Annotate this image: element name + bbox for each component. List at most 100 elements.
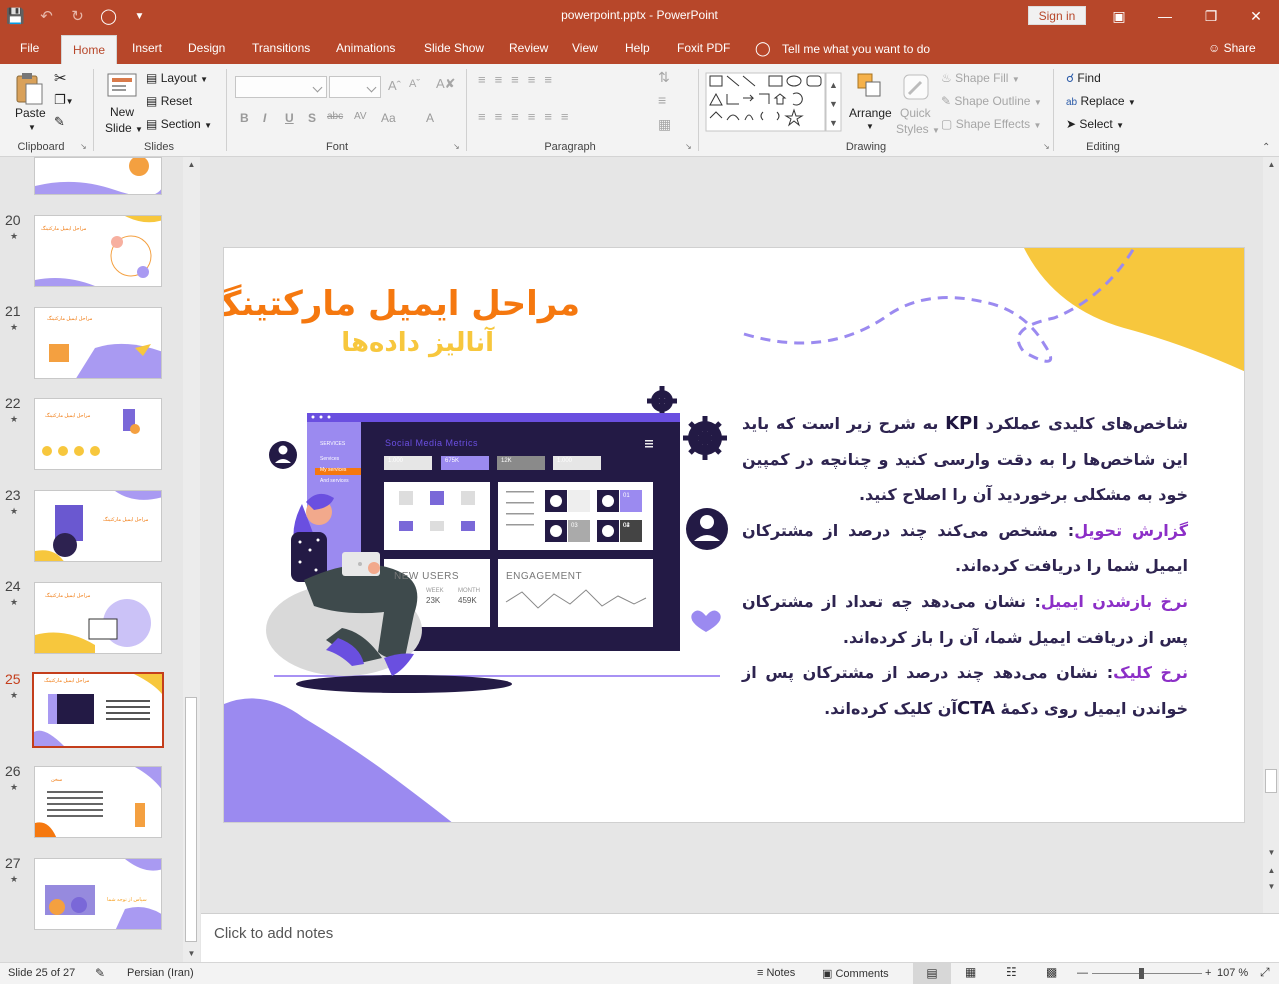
new-slide-label-2[interactable]: Slide ▼ xyxy=(105,121,143,135)
tab-animations[interactable]: Animations xyxy=(336,32,395,64)
zoom-out-icon[interactable]: — xyxy=(1077,967,1088,979)
tab-design[interactable]: Design xyxy=(188,32,225,64)
sign-in-button[interactable]: Sign in xyxy=(1028,6,1086,25)
notes-pane[interactable]: Click to add notes xyxy=(201,913,1279,962)
align-text-icon[interactable]: ≡ xyxy=(658,92,666,108)
cut-icon[interactable]: ✂ xyxy=(54,69,67,87)
tab-file[interactable]: File xyxy=(20,32,39,64)
notes-toggle[interactable]: ≡ Notes xyxy=(757,967,795,979)
slide-thumbnail-24[interactable]: مراحل ایمیل مارکتینگ xyxy=(34,582,162,654)
comments-toggle[interactable]: ▣ Comments xyxy=(822,967,889,980)
tab-slide-show[interactable]: Slide Show xyxy=(424,32,484,64)
select-button[interactable]: ➤ Select ▼ xyxy=(1066,117,1124,131)
close-button[interactable]: ✕ xyxy=(1233,0,1279,32)
slide-thumbnail-25-selected[interactable]: مراحل ایمیل مارکتینگ xyxy=(32,672,164,748)
smartart-icon[interactable]: ▦ xyxy=(658,116,671,133)
scroll-thumb[interactable] xyxy=(1265,769,1277,793)
scroll-down-icon[interactable]: ▼ xyxy=(1263,845,1279,861)
new-slide-label[interactable]: New xyxy=(110,105,134,119)
paragraph-launcher-icon[interactable]: ↘ xyxy=(685,142,692,151)
zoom-level[interactable]: 107 % xyxy=(1217,967,1248,979)
quick-styles-label[interactable]: Quick xyxy=(900,106,931,120)
tab-foxit-pdf[interactable]: Foxit PDF xyxy=(677,32,730,64)
reset-button[interactable]: ▤ Reset xyxy=(146,94,192,108)
font-launcher-icon[interactable]: ↘ xyxy=(453,142,460,151)
clipboard-launcher-icon[interactable]: ↘ xyxy=(80,142,87,151)
zoom-slider-thumb[interactable] xyxy=(1139,968,1144,979)
slide-title[interactable]: مراحل ایمیل مارکتینگ xyxy=(224,284,580,324)
font-name-combo[interactable] xyxy=(235,76,327,98)
copy-icon[interactable]: ❐▼ xyxy=(54,92,74,108)
tab-help[interactable]: Help xyxy=(625,32,650,64)
canvas-scrollbar[interactable]: ▲ ▼ ▲ ▼ xyxy=(1263,157,1279,913)
arrange-button[interactable]: Arrange xyxy=(849,106,892,120)
restore-button[interactable]: ❐ xyxy=(1188,0,1234,32)
drawing-launcher-icon[interactable]: ↘ xyxy=(1043,142,1050,151)
slide-subtitle[interactable]: آنالیز داده‌ها xyxy=(341,328,494,358)
tab-view[interactable]: View xyxy=(572,32,598,64)
fit-to-window-icon[interactable]: ⤢ xyxy=(1260,965,1270,980)
layout-button[interactable]: ▤ Layout ▼ xyxy=(146,71,208,85)
find-button[interactable]: ☌ Find xyxy=(1066,71,1101,85)
zoom-slider[interactable] xyxy=(1092,973,1202,974)
section-button[interactable]: ▤ Section ▼ xyxy=(146,117,212,131)
arrange-icon[interactable] xyxy=(856,72,884,100)
next-slide-icon[interactable]: ▼ xyxy=(1263,879,1279,895)
scroll-thumb[interactable] xyxy=(185,697,197,942)
slide-thumbnail-23[interactable]: مراحل ایمیل مارکتینگ xyxy=(34,490,162,562)
collapse-ribbon-icon[interactable]: ⌃ xyxy=(1262,142,1270,153)
paste-dropdown-icon[interactable]: ▼ xyxy=(28,123,36,132)
save-icon[interactable]: 💾 xyxy=(0,7,31,25)
slide-thumbnail-20[interactable]: مراحل ایمیل مارکتینگ xyxy=(34,215,162,287)
language-indicator[interactable]: Persian (Iran) xyxy=(127,967,194,979)
scroll-down-icon[interactable]: ▼ xyxy=(183,946,200,962)
slideshow-view-icon[interactable]: ▩ xyxy=(1046,965,1057,979)
tell-me-box[interactable]: ◯ Tell me what you want to do xyxy=(755,32,930,64)
slide-body-text[interactable]: شاخص‌های کلیدی عملکرد KPI به شرح زیر است… xyxy=(742,406,1188,726)
minimize-button[interactable]: — xyxy=(1142,0,1188,32)
scroll-up-icon[interactable]: ▲ xyxy=(1263,157,1279,173)
present-icon[interactable]: ◯ xyxy=(93,7,124,25)
zoom-in-icon[interactable]: + xyxy=(1205,967,1211,979)
tab-review[interactable]: Review xyxy=(509,32,548,64)
char-spacing-icon[interactable]: AV xyxy=(354,111,367,122)
tab-insert[interactable]: Insert xyxy=(132,32,162,64)
bold-icon[interactable]: B xyxy=(240,111,249,125)
undo-icon[interactable]: ↶ xyxy=(31,7,62,25)
decrease-font-icon[interactable]: Aˇ xyxy=(409,78,420,90)
shape-effects-button[interactable]: ▢ Shape Effects ▼ xyxy=(941,117,1041,131)
normal-view-icon[interactable]: ▤ xyxy=(913,963,951,984)
text-direction-icon[interactable]: ⇅ xyxy=(658,69,670,86)
redo-icon[interactable]: ↻ xyxy=(62,7,93,25)
paste-button[interactable]: Paste xyxy=(15,106,46,120)
increase-font-icon[interactable]: Aˆ xyxy=(388,78,401,93)
share-button[interactable]: ☺ Share xyxy=(1208,32,1256,64)
alignment-icons[interactable]: ≡≡≡≡≡≡ xyxy=(478,109,578,124)
list-icons[interactable]: ≡≡≡≡≡ xyxy=(478,72,561,87)
clear-formatting-icon[interactable]: A✘ xyxy=(436,76,456,92)
slide-thumbnail-27[interactable]: سپاس از توجه شما xyxy=(34,858,162,930)
spell-check-icon[interactable]: ✎ xyxy=(95,966,105,980)
new-slide-icon[interactable] xyxy=(106,70,140,100)
slide-thumbnail-26[interactable]: سخن xyxy=(34,766,162,838)
underline-icon[interactable]: U xyxy=(285,111,294,125)
quick-styles-icon[interactable] xyxy=(901,72,931,102)
shape-outline-button[interactable]: ✎ Shape Outline ▼ xyxy=(941,94,1042,108)
scroll-up-icon[interactable]: ▲ xyxy=(183,157,200,173)
paste-icon[interactable] xyxy=(14,70,46,106)
tab-home[interactable]: Home xyxy=(61,35,118,64)
shadow-icon[interactable]: S xyxy=(308,111,316,125)
reading-view-icon[interactable]: ☷ xyxy=(1006,965,1017,979)
thumbnail-scrollbar[interactable]: ▲ ▼ xyxy=(183,157,200,962)
customize-qat-icon[interactable]: ▼ xyxy=(124,11,155,22)
shape-fill-button[interactable]: ♨ Shape Fill ▼ xyxy=(941,71,1020,85)
slide-25[interactable]: مراحل ایمیل مارکتینگ آنالیز داده‌ها xyxy=(223,247,1245,823)
font-color-icon[interactable]: A xyxy=(426,111,434,125)
shapes-gallery[interactable]: ▲ ▼ ▼ xyxy=(705,72,845,132)
tab-transitions[interactable]: Transitions xyxy=(252,32,310,64)
ribbon-display-icon[interactable]: ▣ xyxy=(1096,0,1142,32)
slide-thumbnail-22[interactable]: مراحل ایمیل مارکتینگ xyxy=(34,398,162,470)
replace-button[interactable]: ab Replace ▼ xyxy=(1066,94,1136,108)
slide-thumbnail-19[interactable] xyxy=(34,157,162,195)
slide-thumbnail-21[interactable]: مراحل ایمیل مارکتینگ xyxy=(34,307,162,379)
